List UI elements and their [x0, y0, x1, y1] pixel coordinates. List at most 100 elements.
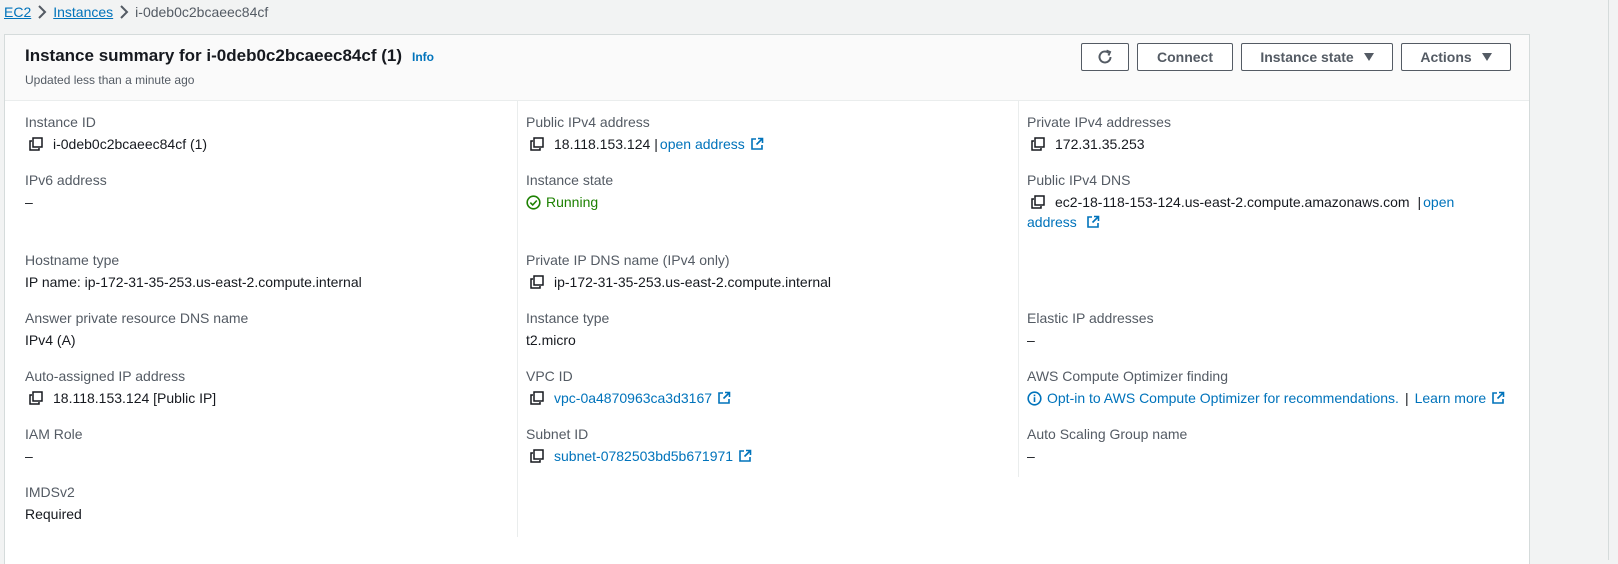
panel-title-wrap: Instance summary for i-0deb0c2bcaeec84cf… [25, 46, 434, 66]
private-ipv4-value: 172.31.35.253 [1055, 136, 1145, 152]
field-public-dns: Public IPv4 DNS ec2-18-118-153-124.us-ea… [1027, 171, 1469, 232]
separator: | [1417, 194, 1422, 210]
copy-icon[interactable] [1031, 195, 1045, 209]
details-column-3: Private IPv4 addresses 172.31.35.253 Pub… [1019, 101, 1529, 537]
external-link-icon[interactable] [1086, 215, 1100, 229]
public-dns-value: ec2-18-118-153-124.us-east-2.compute.ama… [1055, 194, 1410, 210]
copy-icon[interactable] [1031, 137, 1045, 151]
page-title: Instance summary for i-0deb0c2bcaeec84cf… [25, 46, 403, 65]
instance-state-value: Running [546, 194, 599, 210]
caret-down-icon [1481, 53, 1492, 61]
copy-icon[interactable] [530, 449, 544, 463]
copy-icon[interactable] [530, 137, 544, 151]
field-label: VPC ID [526, 368, 573, 384]
field-label: Instance state [526, 172, 614, 188]
instance-id-value: i-0deb0c2bcaeec84cf (1) [53, 136, 208, 152]
field-instance-id: Instance ID i-0deb0c2bcaeec84cf (1) [25, 113, 497, 154]
info-link[interactable]: Info [412, 50, 434, 64]
caret-down-icon [1363, 53, 1374, 61]
field-elastic-ip: Elastic IP addresses – [1027, 309, 1509, 350]
field-label: IMDSv2 [25, 484, 75, 500]
external-link-icon[interactable] [1491, 391, 1505, 405]
field-answer-dns: Answer private resource DNS name IPv4 (A… [25, 309, 497, 350]
field-label: Instance ID [25, 114, 96, 130]
instance-state-label: Instance state [1260, 49, 1354, 65]
subnet-id-link[interactable]: subnet-0782503bd5b671971 [554, 446, 733, 466]
field-iam-role: IAM Role – [25, 425, 497, 466]
breadcrumb-instances[interactable]: Instances [53, 4, 113, 20]
external-link-icon[interactable] [750, 137, 764, 151]
header-actions: Connect Instance state Actions [1081, 43, 1511, 71]
instance-type-value: t2.micro [526, 332, 576, 348]
hostname-type-value: IP name: ip-172-31-35-253.us-east-2.comp… [25, 274, 362, 290]
field-subnet-id: Subnet ID subnet-0782503bd5b671971 [526, 425, 998, 466]
field-optimizer: AWS Compute Optimizer finding Opt-in to … [1027, 367, 1529, 408]
public-ipv4-value: 18.118.153.124 [554, 136, 651, 152]
field-instance-type: Instance type t2.micro [526, 309, 998, 350]
instance-summary-panel: Instance summary for i-0deb0c2bcaeec84cf… [4, 34, 1530, 564]
open-address-link[interactable]: open address [660, 134, 745, 154]
field-auto-ip: Auto-assigned IP address 18.118.153.124 … [25, 367, 497, 408]
separator: | [1404, 390, 1409, 406]
field-label: Auto-assigned IP address [25, 368, 186, 384]
status-running-icon [526, 194, 541, 210]
actions-button[interactable]: Actions [1401, 43, 1511, 71]
connect-button[interactable]: Connect [1137, 43, 1233, 71]
copy-icon[interactable] [530, 391, 544, 405]
field-label: Auto Scaling Group name [1027, 426, 1188, 442]
field-label: Private IPv4 addresses [1027, 114, 1171, 130]
field-instance-state: Instance state Running [526, 171, 998, 212]
vpc-id-link[interactable]: vpc-0a4870963ca3d3167 [554, 388, 712, 408]
iam-role-value: – [25, 448, 33, 464]
field-hostname-type: Hostname type IP name: ip-172-31-35-253.… [25, 251, 497, 292]
refresh-icon [1098, 49, 1112, 64]
learn-more-link[interactable]: Learn more [1415, 388, 1487, 408]
copy-icon[interactable] [29, 391, 43, 405]
panel-header: Instance summary for i-0deb0c2bcaeec84cf… [5, 35, 1529, 101]
details-grid: Instance ID i-0deb0c2bcaeec84cf (1) IPv6… [5, 101, 1529, 541]
optimizer-opt-in-link[interactable]: Opt-in to AWS Compute Optimizer for reco… [1047, 388, 1399, 408]
chevron-right-icon [31, 5, 53, 19]
chevron-right-icon [113, 5, 135, 19]
field-label: IAM Role [25, 426, 83, 442]
instance-state-button[interactable]: Instance state [1241, 43, 1393, 71]
ipv6-value: – [25, 194, 33, 210]
actions-label: Actions [1420, 49, 1472, 65]
external-link-icon[interactable] [738, 449, 752, 463]
private-dns-value: ip-172-31-35-253.us-east-2.compute.inter… [554, 274, 832, 290]
field-label: Subnet ID [526, 426, 589, 442]
field-label: IPv6 address [25, 172, 107, 188]
auto-ip-value: 18.118.153.124 [Public IP] [53, 390, 217, 406]
separator: | [654, 136, 658, 152]
external-link-icon[interactable] [717, 391, 731, 405]
field-public-ipv4: Public IPv4 address 18.118.153.124 | ope… [526, 113, 998, 154]
field-label: Public IPv4 DNS [1027, 172, 1131, 188]
refresh-button[interactable] [1081, 43, 1129, 71]
field-label: Instance type [526, 310, 610, 326]
field-label: Answer private resource DNS name [25, 310, 249, 326]
info-circle-icon [1027, 390, 1042, 406]
copy-icon[interactable] [29, 137, 43, 151]
updated-text: Updated less than a minute ago [25, 73, 195, 87]
field-label: Elastic IP addresses [1027, 310, 1154, 326]
asg-name-value: – [1027, 448, 1035, 464]
field-private-dns: Private IP DNS name (IPv4 only) ip-172-3… [526, 251, 998, 292]
elastic-ip-value: – [1027, 332, 1035, 348]
copy-icon[interactable] [530, 275, 544, 289]
details-column-1: Instance ID i-0deb0c2bcaeec84cf (1) IPv6… [5, 101, 518, 537]
window-edge [1608, 0, 1618, 560]
breadcrumb-current: i-0deb0c2bcaeec84cf [135, 4, 269, 20]
imdsv2-value: Required [25, 506, 82, 522]
field-label: Hostname type [25, 252, 120, 268]
breadcrumb: EC2 Instances i-0deb0c2bcaeec84cf [4, 0, 268, 24]
details-column-2: Public IPv4 address 18.118.153.124 | ope… [518, 101, 1019, 477]
field-label: Public IPv4 address [526, 114, 650, 130]
field-asg-name: Auto Scaling Group name – [1027, 425, 1509, 466]
answer-dns-value: IPv4 (A) [25, 332, 76, 348]
breadcrumb-ec2[interactable]: EC2 [4, 4, 31, 20]
field-vpc-id: VPC ID vpc-0a4870963ca3d3167 [526, 367, 998, 408]
field-private-ipv4: Private IPv4 addresses 172.31.35.253 [1027, 113, 1509, 154]
field-ipv6: IPv6 address – [25, 171, 497, 212]
field-label: AWS Compute Optimizer finding [1027, 368, 1228, 384]
field-label: Private IP DNS name (IPv4 only) [526, 252, 730, 268]
